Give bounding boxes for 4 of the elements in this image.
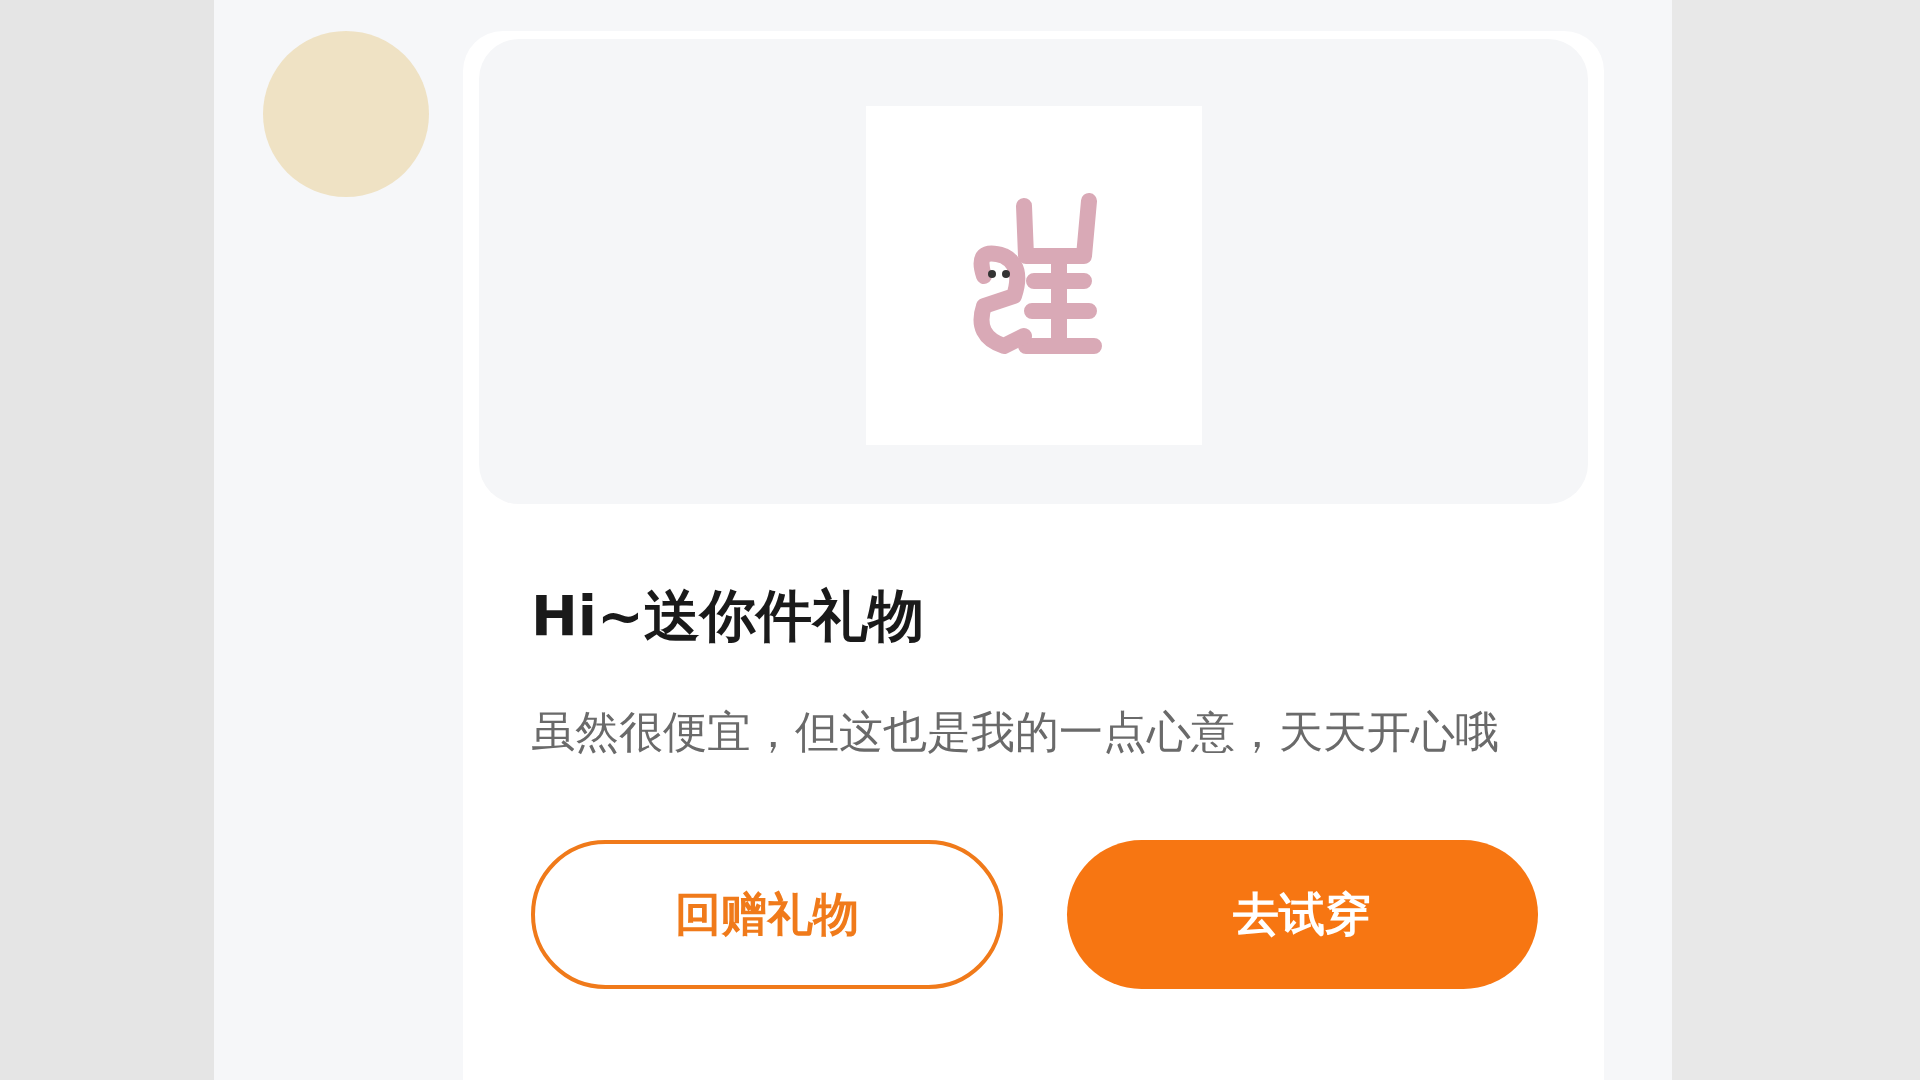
message-title: Hi~送你件礼物 — [531, 582, 925, 650]
try-on-button[interactable]: 去试穿 — [1066, 840, 1538, 989]
return-gift-button[interactable]: 回赠礼物 — [531, 840, 1003, 989]
message-body: 虽然很便宜，但这也是我的一点心意，天天开心哦 — [531, 705, 1500, 759]
